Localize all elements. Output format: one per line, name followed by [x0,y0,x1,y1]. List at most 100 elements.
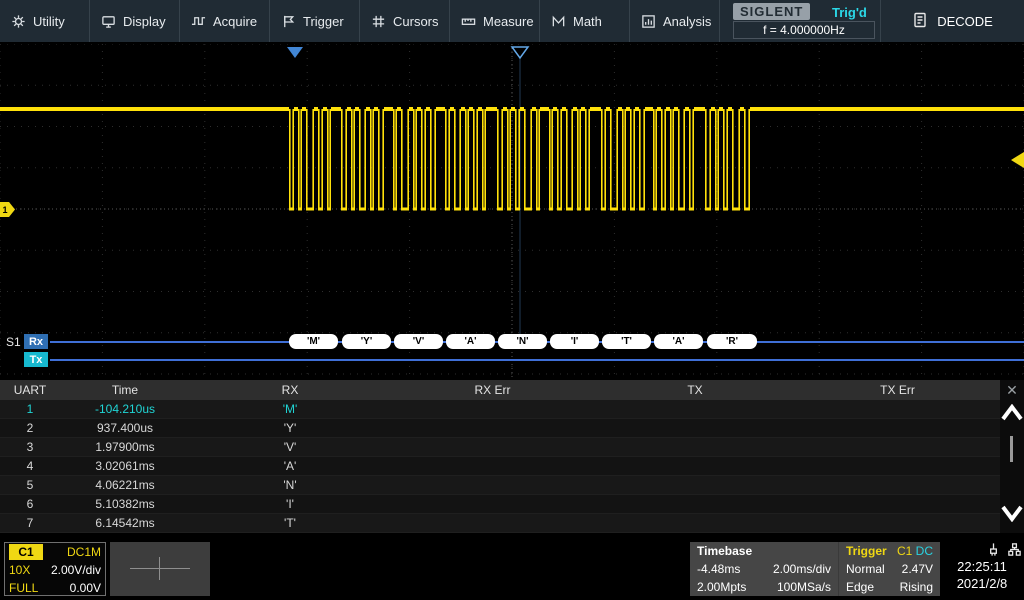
trigger-delay-marker[interactable] [287,47,303,58]
analysis-icon [641,14,656,29]
clock-date: 2021/2/8 [940,576,1024,591]
table-row[interactable]: 54.06221ms'N' [0,476,1000,495]
decode-bubble: 'N' [498,334,547,349]
oscilloscope-screen: UtilityDisplayAcquireTriggerCursorsMeasu… [0,0,1024,600]
decode-bubble: 'V' [394,334,443,349]
decode-result-table: UARTTimeRXRX ErrTXTX Err 1-104.210us'M'2… [0,380,1024,533]
channel1-scale: 2.00V/div [51,563,101,577]
acquire-icon [191,14,206,29]
table-header-row: UARTTimeRXRX ErrTXTX Err [0,380,1000,400]
table-header-tx-err: TX Err [795,383,1000,397]
menubar: Utility DisplayAcquireTrigger Cursors Measu… [0,0,1024,42]
network-icon [1007,542,1022,557]
crosshair-vertical [159,557,160,580]
menubar-right: SIGLENT Trig'd f = 4.000000Hz DECODE [720,0,1024,42]
close-table-button[interactable]: ✕ [1003,381,1021,399]
channel1-coupling: DC1M [67,545,101,559]
math-icon [551,14,566,29]
timebase-descriptor[interactable]: Timebase -4.48ms 2.00ms/div 2.00Mpts 100… [690,542,838,596]
rx-bus-chip[interactable]: Rx [24,334,48,349]
table-cell: 'T' [190,516,390,530]
menu-item-label: Utility [33,14,65,29]
brand-logo: SIGLENT [733,3,810,20]
table-scrollbar: ✕ [1000,380,1024,533]
clock-time: 22:25:11 [940,559,1024,574]
trigger-descriptor[interactable]: Trigger C1 DC Normal 2.47V Edge Rising [838,542,940,596]
table-row[interactable]: 76.14542ms'T' [0,514,1000,533]
decode-icon [912,12,928,31]
table-cell: 'A' [190,459,390,473]
empty-channel-slot[interactable] [110,542,210,596]
network-icon [1007,542,1022,560]
table-cell: 937.400us [60,421,190,435]
table-cell: 3 [0,440,60,454]
trigger-status-badge: Trig'd [832,5,867,20]
table-cell: 7 [0,516,60,530]
table-cell: 'Y' [190,421,390,435]
trigger-slope: Rising [900,580,933,594]
menu-item-acquire[interactable]: Acquire [180,0,270,42]
menu-item-label: Math [573,14,602,29]
decode-bus-label: S1 [6,335,21,349]
timebase-scale: 2.00ms/div [773,562,831,576]
table-cell: 6.14542ms [60,516,190,530]
display-icon [101,14,116,29]
timebase-memory: 2.00Mpts [697,580,746,594]
menu-item-measure[interactable]: Measure [450,0,540,42]
table-row[interactable]: 1-104.210us'M' [0,400,1000,419]
timebase-delay: -4.48ms [697,562,740,576]
status-bar: C1 DC1M 10X 2.00V/div FULL 0.00V Timebas… [0,540,1024,600]
menu-item-utility[interactable]: Utility [0,0,90,42]
menu-item-cursors[interactable]: Cursors [360,0,450,42]
timebase-trigger-panel: Timebase -4.48ms 2.00ms/div 2.00Mpts 100… [690,542,940,596]
scroll-down-button[interactable] [1001,504,1023,527]
table-cell: 1.97900ms [60,440,190,454]
table-cell: 'M' [190,402,390,416]
table-cell: 4.06221ms [60,478,190,492]
trigger-source-coupling: C1 DC [897,544,933,558]
trigger-title: Trigger [846,544,887,558]
scroll-up-button[interactable] [1001,404,1023,427]
decode-menu-button[interactable]: DECODE [880,0,1024,42]
tx-bus-chip[interactable]: Tx [24,352,48,367]
table-cell: -104.210us [60,402,190,416]
chevron-down-icon [1001,504,1023,522]
menu-item-label: Analysis [663,14,711,29]
table-header-rx: RX [190,383,390,397]
channel1-tab: C1 [9,544,43,560]
decode-bubble: 'M' [289,334,338,349]
trigger-coupling: DC [916,544,933,558]
menu-item-label: Measure [483,14,534,29]
timebase-title: Timebase [697,544,752,558]
decode-icon [912,12,928,28]
menu-item-display[interactable]: Display [90,0,180,42]
table-row[interactable]: 31.97900ms'V' [0,438,1000,457]
waveform-area[interactable]: 1 S1 Rx Tx 'M''Y''V''A''N''I''T''A''R' [0,44,1024,378]
decode-menu-label: DECODE [937,14,993,29]
trigger-level: 2.47V [902,562,933,576]
table-row[interactable]: 2937.400us'Y' [0,419,1000,438]
trigger-position-marker[interactable] [512,47,528,58]
table-cell: 4 [0,459,60,473]
table-row[interactable]: 43.02061ms'A' [0,457,1000,476]
menu-item-analysis[interactable]: Analysis [630,0,720,42]
measure-icon [461,14,476,29]
trigger-level-marker[interactable] [1011,152,1024,168]
decode-bubble: 'R' [707,334,757,349]
table-cell: 'V' [190,440,390,454]
menu-item-math[interactable]: Math [540,0,630,42]
cursors-icon [371,14,386,29]
table-cell: 3.02061ms [60,459,190,473]
gear-icon [11,14,26,29]
menu-item-label: Cursors [393,14,439,29]
frequency-counter: f = 4.000000Hz [733,21,875,39]
trigger-type: Edge [846,580,874,594]
scrollbar-thumb[interactable] [1010,436,1013,462]
table-header-time: Time [60,383,190,397]
menu-item-trigger[interactable]: Trigger [270,0,360,42]
decode-bubble: 'T' [602,334,651,349]
table-row[interactable]: 65.10382ms'I' [0,495,1000,514]
channel1-descriptor[interactable]: C1 DC1M 10X 2.00V/div FULL 0.00V [4,542,106,596]
table-cell: 5.10382ms [60,497,190,511]
waveform-svg: 1 [0,44,1024,378]
